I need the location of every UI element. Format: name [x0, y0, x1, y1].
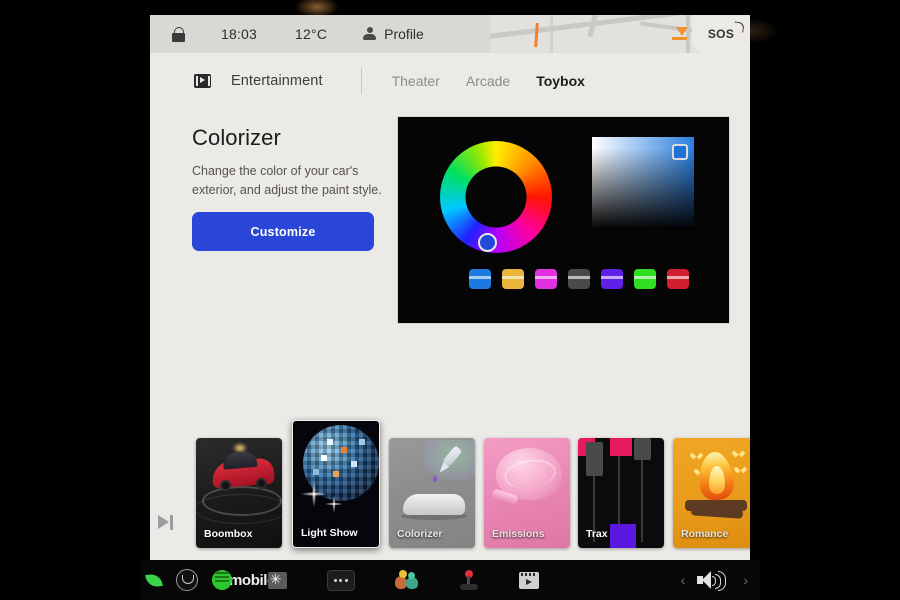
card-label: Emissions — [492, 528, 545, 540]
card-label: Light Show — [301, 527, 358, 539]
tab-arcade[interactable]: Arcade — [466, 73, 510, 89]
hue-wheel-handle[interactable] — [478, 233, 497, 252]
volume-speaker-icon[interactable] — [697, 571, 727, 591]
card-romance[interactable]: Romance — [673, 438, 750, 548]
customize-button[interactable]: Customize — [192, 212, 374, 251]
app-title: Entertainment — [231, 73, 323, 89]
saturation-brightness-handle[interactable] — [672, 144, 688, 160]
feature-panel: Colorizer Change the color of your car's… — [150, 111, 750, 341]
sos-label: SOS — [707, 27, 735, 41]
sos-arc-icon — [733, 21, 745, 33]
toybox-carousel: Boombox Light Show Colorizer Emissions T… — [150, 413, 750, 548]
swatch-magenta[interactable] — [535, 269, 557, 289]
swatch-row — [469, 269, 689, 289]
colorizer-preview — [397, 116, 730, 324]
bottom-dock: mobilo ‹ › — [140, 560, 760, 600]
swatch-gold[interactable] — [502, 269, 524, 289]
saturation-brightness-square[interactable] — [592, 137, 694, 230]
card-light-show[interactable]: Light Show — [292, 420, 380, 548]
card-label: Colorizer — [397, 528, 443, 540]
feature-description: Change the color of your car's exterior,… — [192, 164, 382, 197]
card-label: Boombox — [204, 528, 253, 540]
card-boombox[interactable]: Boombox — [196, 438, 282, 548]
map-strip[interactable]: SOS — [490, 15, 750, 53]
photo-frame: 18:03 12°C Profile SOS Entertainment The… — [0, 0, 900, 600]
skip-next-icon[interactable] — [158, 515, 176, 530]
map-pin-icon — [676, 27, 688, 36]
film-strip-icon — [194, 74, 211, 88]
card-colorizer[interactable]: Colorizer — [389, 438, 475, 548]
clock: 18:03 — [221, 26, 258, 42]
hue-wheel[interactable] — [440, 141, 552, 253]
status-bar-left: 18:03 12°C Profile — [150, 15, 490, 53]
status-bar: 18:03 12°C Profile SOS — [150, 15, 750, 53]
tab-toybox[interactable]: Toybox — [536, 73, 585, 89]
page-title: Colorizer — [192, 125, 281, 150]
more-dots-icon[interactable] — [326, 569, 355, 591]
vehicle-touchscreen: 18:03 12°C Profile SOS Entertainment The… — [150, 15, 750, 560]
profile-button[interactable]: Profile — [384, 26, 424, 42]
temperature: 12°C — [295, 26, 328, 42]
mobilo-logo[interactable]: mobilo — [212, 570, 287, 590]
joystick-icon[interactable] — [459, 570, 479, 590]
card-emissions[interactable]: Emissions — [484, 438, 570, 548]
people-icon[interactable] — [394, 570, 419, 590]
route-highlight — [534, 22, 539, 48]
card-label: Romance — [681, 528, 729, 540]
card-trax[interactable]: Trax — [578, 438, 664, 548]
swatch-blue[interactable] — [469, 269, 491, 289]
tab-theater[interactable]: Theater — [392, 73, 440, 89]
media-clapper-icon[interactable] — [518, 571, 539, 589]
dock-prev-button[interactable]: ‹ — [681, 572, 686, 588]
person-icon — [363, 27, 377, 41]
swatch-green[interactable] — [634, 269, 656, 289]
feature-text-block: Colorizer Change the color of your car's… — [192, 125, 388, 251]
sos-button[interactable]: SOS — [692, 15, 750, 53]
circle-u-icon[interactable] — [176, 569, 198, 591]
dock-next-button[interactable]: › — [743, 572, 748, 588]
card-label: Trax — [586, 528, 608, 540]
swatch-graphite[interactable] — [568, 269, 590, 289]
lock-icon[interactable] — [172, 26, 185, 42]
swatch-red[interactable] — [667, 269, 689, 289]
swatch-purple[interactable] — [601, 269, 623, 289]
leaf-icon[interactable] — [140, 572, 163, 588]
tab-bar: Entertainment Theater Arcade Toybox — [150, 53, 750, 109]
tab-divider — [360, 68, 362, 94]
